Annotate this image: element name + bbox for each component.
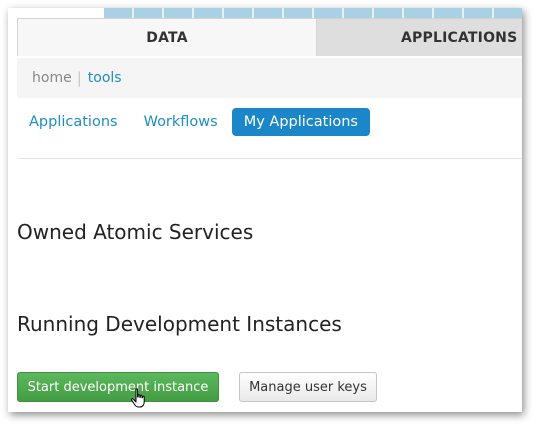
divider [17,158,522,159]
start-development-instance-button[interactable]: Start development instance [17,372,219,402]
subtab-workflows[interactable]: Workflows [132,108,230,136]
app-window: DATA APPLICATIONS home | tools Applicati… [8,8,522,412]
running-dev-instances-heading: Running Development Instances [17,312,342,336]
top-decorative-strip [8,8,522,19]
subtab-applications[interactable]: Applications [17,108,130,136]
main-tab-bar: DATA APPLICATIONS [17,18,522,56]
sub-tab-bar: Applications Workflows My Applications [17,106,372,138]
owned-atomic-services-heading: Owned Atomic Services [17,220,254,244]
manage-user-keys-button[interactable]: Manage user keys [239,372,377,402]
subtab-my-applications[interactable]: My Applications [231,108,370,136]
tab-applications[interactable]: APPLICATIONS [317,18,522,56]
hand-pointer-icon [130,388,145,408]
tab-data[interactable]: DATA [17,18,317,56]
breadcrumb: home | tools [17,58,522,98]
breadcrumb-separator: | [76,69,82,87]
breadcrumb-tools[interactable]: tools [88,70,122,86]
breadcrumb-home[interactable]: home [32,70,72,86]
